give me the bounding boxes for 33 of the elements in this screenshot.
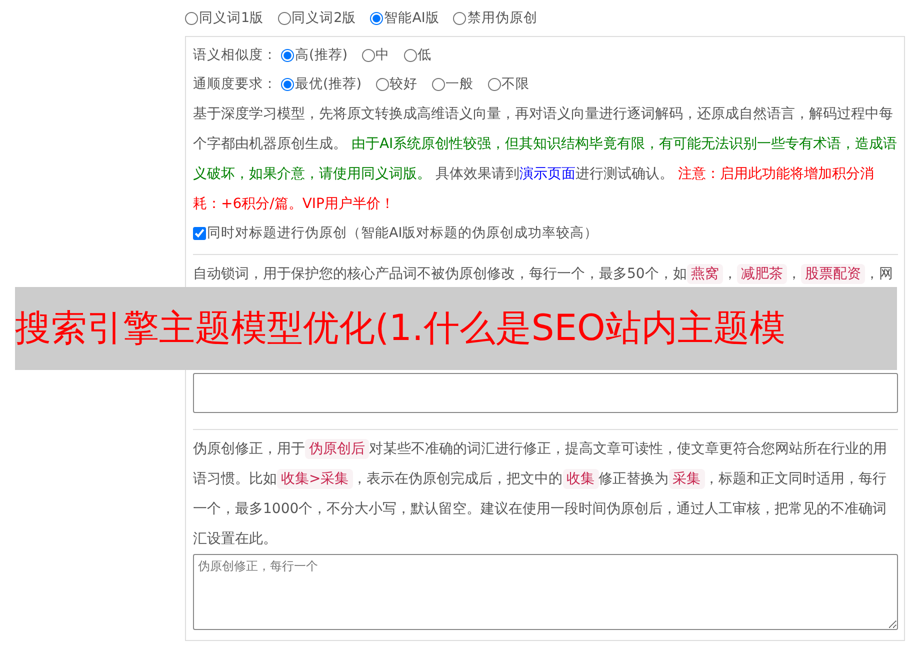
title-checkbox[interactable] (193, 227, 206, 240)
radio-button[interactable] (453, 12, 466, 24)
radio-button[interactable] (281, 78, 294, 91)
demo-page-link[interactable]: 演示页面 (519, 166, 576, 182)
option-label[interactable]: 低 (418, 45, 432, 66)
description-text: 基于深度学习模型，先将原文转换成高维语义向量，再对语义向量进行逐词解码，还原成自然语言，解码过程中每个字都由机器原创生成。 由于AI系统原创性较强，但其知识结构毕竟有限，有可能无法识别一些专有术语，造成语义破坏，如果介意，请使用同义词版。 具体效果请到演示页面进行测试确认。 注意：启用此功能将增加积分消耗：+6积分/篇。VIP用户半价！ (193, 105, 898, 214)
option-label[interactable]: 禁用伪原创 (467, 8, 538, 28)
radio-button[interactable] (278, 12, 291, 24)
radio-button[interactable] (281, 49, 294, 62)
option-label[interactable]: 较好 (390, 74, 418, 95)
setting-label: 通顺度要求： (193, 75, 277, 94)
corrections-description: 伪原创修正，用于 伪原创后 对某些不准确的词汇进行修正，提高文章可读性，使文章更符合您网站所在行业的用语习惯。比如 收集>采集 ，表示在伪原创完成后，把文中的 收集 修正替换为 采集 ，标题和正文同时适用，每行一个，最多1000个，不分大小写，默认留空。建议在使用一段时间伪原创后，通过人工审核，把常见的不准确词汇设置在此。 (193, 438, 888, 549)
lock-words-description: 自动锁词，用于保护您的核心产品词不被伪原创修改，每行一个，最多50个，如 燕窝 ， 减肥茶 ， 股票配资 ，网 (193, 263, 894, 286)
radio-button[interactable] (488, 78, 501, 91)
option-label[interactable]: 最优(推荐) (295, 74, 362, 95)
radio-button[interactable] (376, 78, 389, 91)
lock-words-textarea[interactable] (193, 373, 898, 413)
option-label[interactable]: 高(推荐) (295, 45, 348, 66)
overlay-title-banner: 搜索引擎主题模型优化(1.什么是SEO站内主题模 (15, 287, 897, 370)
radio-button[interactable] (185, 12, 198, 24)
radio-button[interactable] (432, 78, 445, 91)
option-label[interactable]: 同义词2版 (292, 8, 356, 28)
option-label[interactable]: 智能AI版 (384, 8, 440, 28)
corrections-textarea[interactable]: 伪原创修正，每行一个 (193, 554, 898, 630)
radio-button[interactable] (404, 49, 417, 62)
option-label[interactable]: 不限 (502, 74, 530, 95)
option-label[interactable]: 一般 (446, 74, 474, 95)
option-label[interactable]: 同义词1版 (199, 8, 264, 28)
radio-button[interactable] (362, 49, 375, 62)
option-label[interactable]: 中 (376, 45, 390, 66)
radio-button[interactable] (370, 12, 384, 24)
setting-label: 语义相似度： (193, 46, 277, 66)
checkbox-label[interactable]: 同时对标题进行伪原创（智能AI版对标题的伪原创成功率较高） (207, 223, 598, 244)
